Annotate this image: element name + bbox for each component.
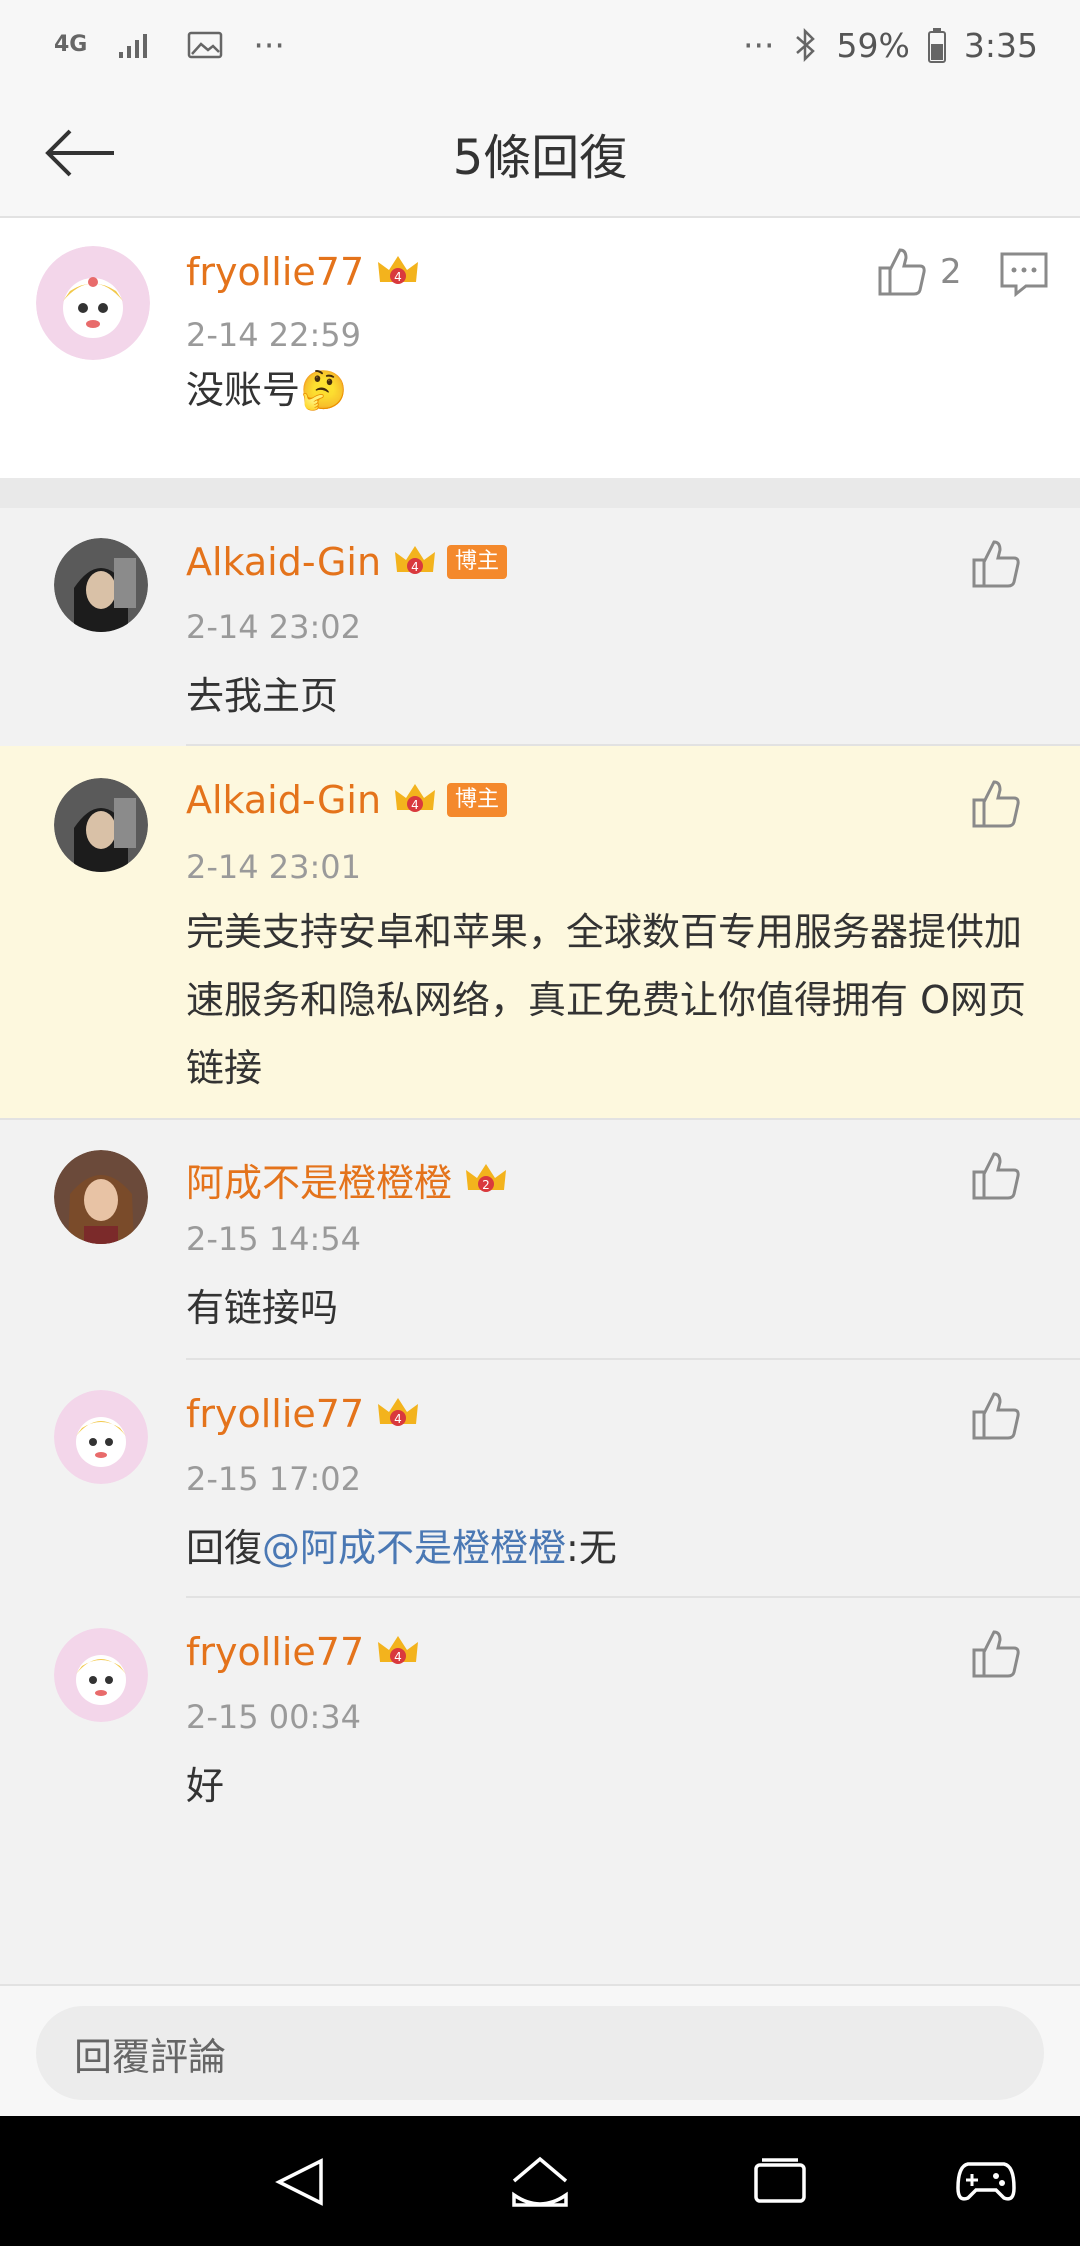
image-notification-icon (187, 30, 223, 60)
reply-username[interactable]: Alkaid-Gin 4 博主 (186, 540, 508, 584)
like-icon[interactable] (970, 778, 1022, 830)
vip-crown-icon: 4 (395, 546, 436, 574)
like-icon[interactable] (970, 1390, 1022, 1442)
battery-icon (927, 27, 946, 63)
vip-crown-icon: 4 (395, 784, 436, 812)
author-badge: 博主 (447, 783, 508, 817)
reply-time: 2-14 23:02 (186, 608, 362, 646)
main-comment: fryollie77 4 2-14 22:59 没账号🤔 2 (0, 218, 1080, 478)
nav-home-button[interactable] (510, 2154, 570, 2210)
back-button[interactable] (40, 118, 120, 188)
comment-text: 没账号🤔 (186, 368, 348, 412)
comment-time: 2-14 22:59 (186, 316, 362, 354)
more-status-icon: ··· (743, 25, 775, 65)
svg-text:4: 4 (411, 560, 419, 574)
reply-item-highlighted: Alkaid-Gin 4 博主 2-14 23:01 完美支持安卓和苹果，全球数… (0, 746, 1080, 1120)
like-icon[interactable] (970, 1628, 1022, 1680)
section-gap (0, 478, 1080, 508)
signal-icon (117, 30, 157, 60)
reply-input[interactable]: 回覆評論 (36, 2006, 1044, 2100)
reply-item: Alkaid-Gin 4 博主 2-14 23:02 去我主页 (0, 508, 1080, 746)
author-badge: 博主 (447, 545, 508, 579)
reply-input-bar: 回覆評論 (0, 1984, 1080, 2116)
nav-back-button[interactable] (270, 2154, 330, 2210)
svg-text:2: 2 (482, 1178, 490, 1192)
game-controller-icon (956, 2162, 1016, 2201)
nav-back-icon (275, 2158, 323, 2206)
nav-recents-button[interactable] (750, 2154, 810, 2210)
reply-time: 2-14 23:01 (186, 848, 362, 886)
battery-percent: 59% (836, 25, 910, 65)
like-icon[interactable] (970, 1150, 1022, 1202)
avatar[interactable] (54, 1390, 148, 1484)
svg-text:4: 4 (394, 270, 402, 284)
nav-home-icon (512, 2156, 568, 2207)
reply-text: 去我主页 (186, 674, 339, 718)
reply-username[interactable]: Alkaid-Gin 4 博主 (186, 778, 508, 822)
svg-text:4: 4 (394, 1412, 402, 1426)
title-bar: 5條回復 (0, 90, 1080, 218)
vip-crown-icon: 4 (378, 1398, 419, 1426)
comment-username[interactable]: fryollie77 4 (186, 250, 420, 294)
vip-crown-icon: 4 (378, 1636, 419, 1664)
reply-text: 好 (186, 1764, 225, 1808)
system-nav-bar (0, 2116, 1080, 2246)
page-title: 5條回復 (452, 130, 628, 186)
svg-text:4: 4 (394, 1650, 402, 1664)
bluetooth-icon (793, 27, 819, 63)
avatar[interactable] (54, 538, 148, 632)
reply-text: 回復@阿成不是橙橙橙:无 (186, 1526, 617, 1570)
avatar[interactable] (54, 1150, 148, 1244)
avatar[interactable] (54, 1628, 148, 1722)
vip-crown-icon: 4 (378, 256, 419, 284)
more-notifications-icon: ··· (253, 25, 285, 65)
nav-recents-icon (754, 2158, 806, 2203)
avatar[interactable] (54, 778, 148, 872)
reply-text: 完美支持安卓和苹果，全球数百专用服务器提供加速服务和隐私网络，真正免费让你值得拥… (186, 910, 1026, 1090)
reply-time: 2-15 17:02 (186, 1460, 362, 1498)
reply-item: fryollie77 4 2-15 00:34 好 (0, 1598, 1080, 1858)
like-icon[interactable] (876, 246, 928, 298)
reply-time: 2-15 14:54 (186, 1220, 362, 1258)
clock: 3:35 (963, 25, 1038, 65)
vip-crown-icon: 2 (466, 1163, 507, 1192)
nav-game-button[interactable] (956, 2154, 1016, 2210)
reply-username[interactable]: fryollie77 4 (186, 1392, 420, 1436)
reply-item: 阿成不是橙橙橙 2 2-15 14:54 有链接吗 (0, 1120, 1080, 1360)
reply-time: 2-15 00:34 (186, 1698, 362, 1736)
status-bar: 4G ··· ··· 59% 3:35 (0, 0, 1080, 90)
avatar[interactable] (36, 246, 150, 360)
comment-icon[interactable] (998, 248, 1050, 300)
like-icon[interactable] (970, 538, 1022, 590)
reply-username[interactable]: fryollie77 4 (186, 1630, 420, 1674)
network-indicator: 4G (54, 32, 88, 57)
reply-username[interactable]: 阿成不是橙橙橙 2 (186, 1152, 508, 1207)
reply-text: 有链接吗 (186, 1286, 339, 1330)
reply-item: fryollie77 4 2-15 17:02 回復@阿成不是橙橙橙:无 (0, 1360, 1080, 1598)
back-arrow-icon (45, 129, 114, 177)
like-count: 2 (940, 252, 962, 292)
thinking-emoji: 🤔 (300, 368, 348, 412)
mention-link[interactable]: @阿成不是橙橙橙 (262, 1526, 566, 1570)
svg-text:4: 4 (411, 798, 419, 812)
